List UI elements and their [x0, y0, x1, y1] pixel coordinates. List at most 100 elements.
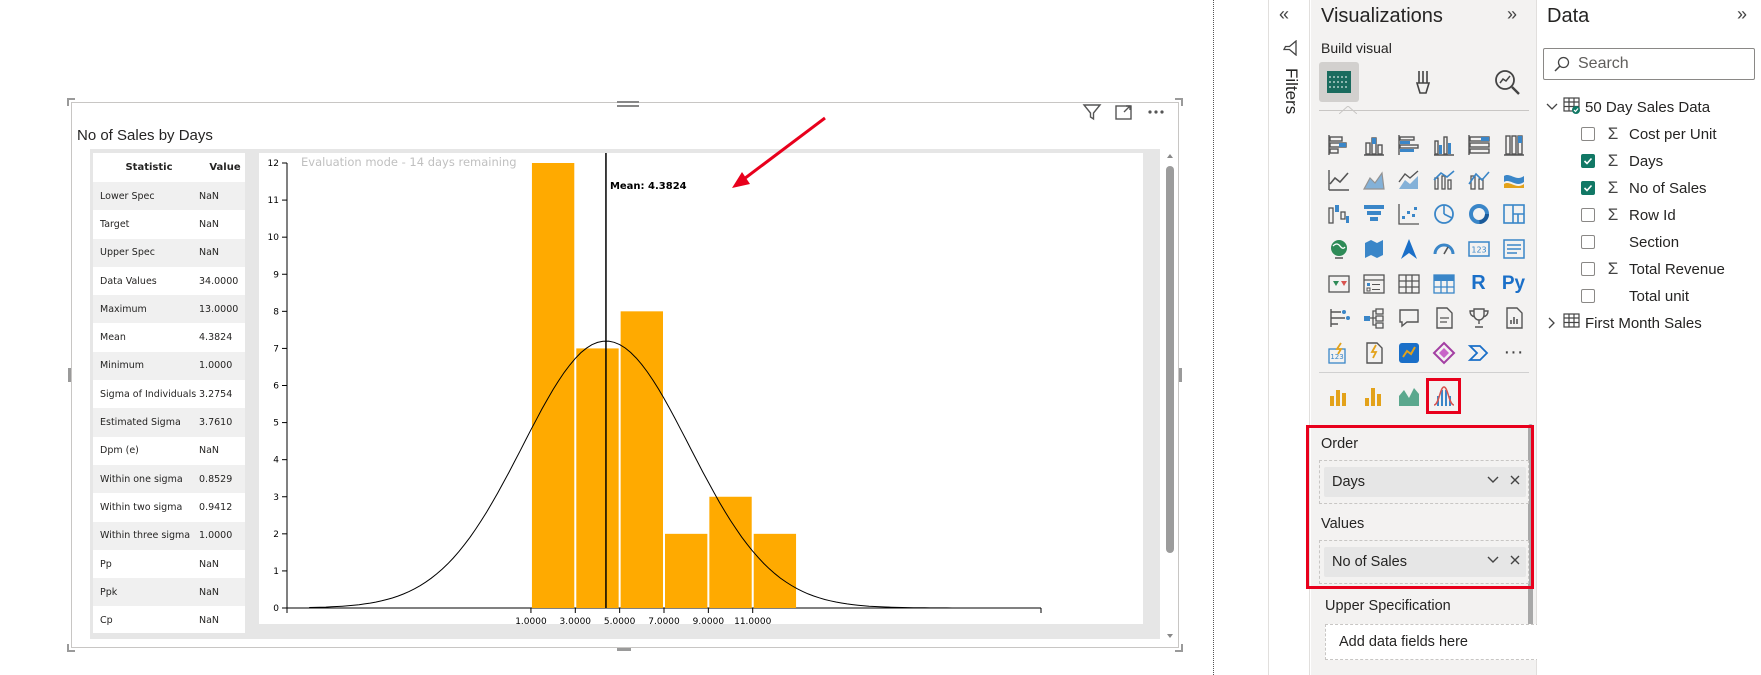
field-checkbox[interactable] — [1581, 235, 1595, 249]
scroll-up-arrow-icon[interactable] — [1166, 152, 1174, 160]
resize-handle-right[interactable] — [1179, 368, 1182, 382]
ribbon-chart-icon[interactable] — [1496, 163, 1531, 198]
field-checkbox[interactable] — [1581, 262, 1595, 276]
100-stacked-bar-chart-icon[interactable] — [1461, 128, 1496, 163]
metrics-icon[interactable] — [1391, 336, 1426, 371]
field-checkbox[interactable] — [1581, 289, 1595, 303]
field-checkbox[interactable] — [1581, 208, 1595, 222]
treemap-icon[interactable] — [1496, 197, 1531, 232]
power-automate-icon[interactable] — [1356, 336, 1391, 371]
field-item[interactable]: Σ Total Revenue — [1581, 254, 1725, 284]
order-well[interactable]: Days — [1319, 460, 1529, 504]
field-item[interactable]: Σ No of Sales — [1581, 173, 1707, 203]
drag-grip[interactable] — [617, 99, 639, 113]
map-icon[interactable] — [1321, 232, 1356, 267]
scroll-down-arrow-icon[interactable] — [1166, 632, 1174, 640]
chevron-right-icon[interactable] — [1545, 316, 1559, 330]
r-visual-icon[interactable]: R — [1461, 266, 1496, 301]
100-stacked-column-chart-icon[interactable] — [1496, 128, 1531, 163]
card-icon[interactable]: 123 — [1461, 232, 1496, 267]
field-item[interactable]: Σ Row Id — [1581, 200, 1676, 230]
field-checkbox[interactable] — [1581, 127, 1595, 141]
more-visuals-icon[interactable]: ··· — [1496, 336, 1531, 371]
field-checkbox[interactable] — [1581, 181, 1595, 195]
collapse-data-icon[interactable]: » — [1737, 4, 1747, 25]
resize-handle-top-left[interactable] — [67, 98, 75, 106]
stacked-bar-chart-icon[interactable] — [1321, 128, 1356, 163]
visual-title: No of Sales by Days — [77, 127, 213, 144]
analytics-tab[interactable] — [1487, 62, 1527, 102]
field-item[interactable]: Section — [1581, 227, 1679, 257]
chevron-down-icon[interactable] — [1486, 553, 1500, 567]
filters-label[interactable]: Filters — [1281, 68, 1301, 114]
chevron-down-icon[interactable] — [1486, 473, 1500, 487]
sigma-icon: Σ — [1607, 151, 1619, 170]
field-item[interactable]: Σ Cost per Unit — [1581, 119, 1717, 149]
table-50-day-sales-data[interactable]: 50 Day Sales Data — [1545, 92, 1710, 122]
power-apps-icon[interactable]: 123 — [1321, 336, 1356, 371]
order-label: Order — [1321, 436, 1359, 452]
smart-narrative-icon[interactable] — [1426, 301, 1461, 336]
filled-map-icon[interactable] — [1356, 232, 1391, 267]
python-visual-icon[interactable]: Py — [1496, 266, 1531, 301]
key-influencers-icon[interactable] — [1321, 301, 1356, 336]
multi-row-card-icon[interactable] — [1496, 232, 1531, 267]
power-apps-diamond-icon[interactable] — [1426, 336, 1461, 371]
pie-chart-icon[interactable] — [1426, 197, 1461, 232]
resize-handle-bottom-right[interactable] — [1175, 644, 1183, 652]
qa-icon[interactable] — [1391, 301, 1426, 336]
custom-bar-visual-icon[interactable] — [1321, 378, 1356, 414]
scatter-chart-icon[interactable] — [1391, 197, 1426, 232]
collapse-visualizations-icon[interactable]: » — [1507, 4, 1517, 25]
evaluation-notice: Evaluation mode - 14 days remaining — [301, 155, 517, 169]
clustered-column-chart-icon[interactable] — [1426, 128, 1461, 163]
expand-filters-icon[interactable]: « — [1279, 4, 1289, 25]
azure-map-icon[interactable] — [1391, 232, 1426, 267]
line-clustered-column-icon[interactable] — [1426, 163, 1461, 198]
resize-handle-bottom-left[interactable] — [67, 644, 75, 652]
decomposition-tree-icon[interactable] — [1356, 301, 1391, 336]
custom-bar-visual-2-icon[interactable] — [1356, 378, 1391, 414]
filters-pane-collapsed[interactable]: « Filters — [1268, 0, 1310, 675]
format-visual-tab[interactable] — [1403, 62, 1443, 102]
histogram-custom-visual-icon[interactable] — [1426, 378, 1461, 414]
gauge-icon[interactable] — [1426, 232, 1461, 267]
line-stacked-column-icon[interactable] — [1461, 163, 1496, 198]
histogram-visual[interactable]: No of Sales by Days Statistic Value Lowe… — [67, 98, 1183, 652]
remove-field-icon[interactable] — [1508, 473, 1522, 487]
power-automate-flow-icon[interactable] — [1461, 336, 1496, 371]
resize-handle-top-right[interactable] — [1175, 98, 1183, 106]
resize-handle-bottom[interactable] — [617, 648, 631, 651]
table-first-month-sales[interactable]: First Month Sales — [1545, 308, 1702, 338]
stacked-column-chart-icon[interactable] — [1356, 128, 1391, 163]
filter-icon[interactable] — [1082, 102, 1102, 127]
upper-spec-well[interactable]: Add data fields here — [1325, 624, 1539, 660]
field-checkbox[interactable] — [1581, 154, 1595, 168]
values-well[interactable]: No of Sales — [1319, 540, 1529, 584]
table-icon[interactable] — [1391, 266, 1426, 301]
build-visual-tab[interactable] — [1319, 62, 1359, 102]
visual-scrollbar[interactable] — [1166, 152, 1174, 640]
slicer-icon[interactable] — [1356, 266, 1391, 301]
clustered-bar-chart-icon[interactable] — [1391, 128, 1426, 163]
field-item[interactable]: Σ Days — [1581, 146, 1663, 176]
chevron-down-icon[interactable] — [1545, 100, 1559, 114]
scrollbar-thumb[interactable] — [1166, 166, 1174, 553]
search-input[interactable]: Search — [1543, 48, 1755, 80]
focus-mode-icon[interactable] — [1114, 102, 1134, 127]
stacked-area-chart-icon[interactable] — [1391, 163, 1426, 198]
field-item[interactable]: Total unit — [1581, 281, 1689, 311]
kpi-icon[interactable] — [1321, 266, 1356, 301]
resize-handle-left[interactable] — [68, 368, 71, 382]
custom-area-visual-icon[interactable] — [1391, 378, 1426, 414]
remove-field-icon[interactable] — [1508, 553, 1522, 567]
more-options-icon[interactable] — [1146, 102, 1166, 127]
area-chart-icon[interactable] — [1356, 163, 1391, 198]
waterfall-chart-icon[interactable] — [1321, 197, 1356, 232]
paginated-report-icon[interactable] — [1496, 301, 1531, 336]
matrix-icon[interactable] — [1426, 266, 1461, 301]
donut-chart-icon[interactable] — [1461, 197, 1496, 232]
goals-trophy-icon[interactable] — [1461, 301, 1496, 336]
line-chart-icon[interactable] — [1321, 163, 1356, 198]
funnel-chart-icon[interactable] — [1356, 197, 1391, 232]
